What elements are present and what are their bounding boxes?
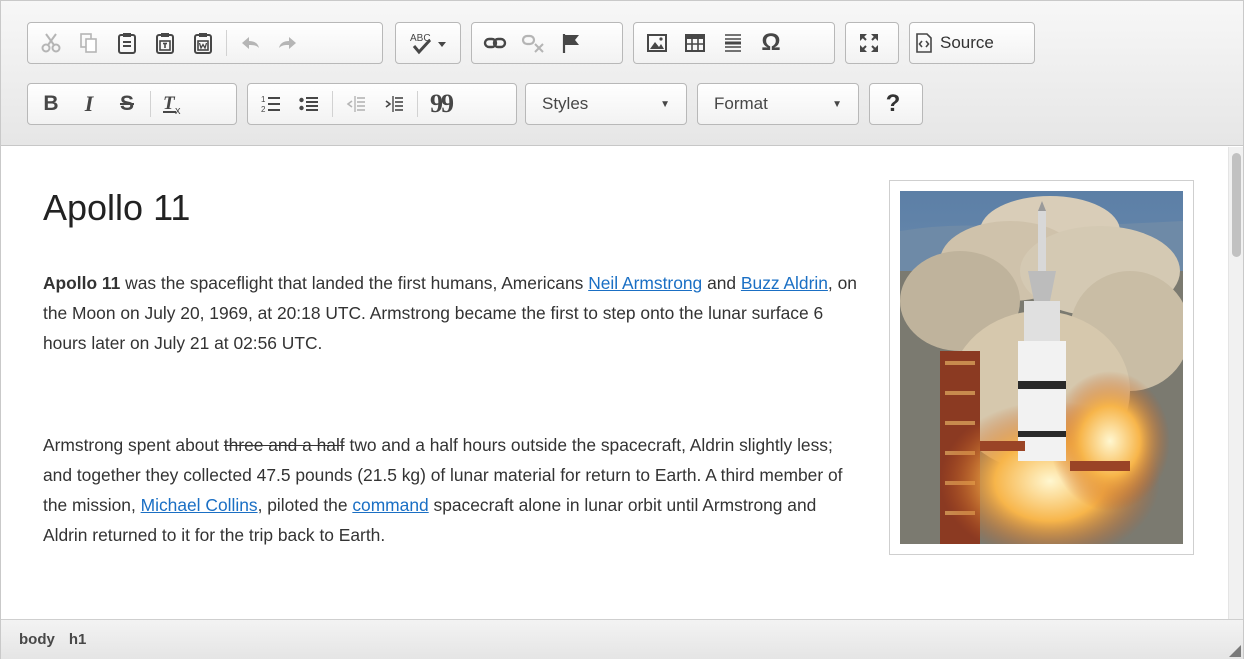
link-command[interactable]: command [352, 495, 428, 515]
spellcheck-group: ABC [395, 22, 461, 64]
indent-icon[interactable] [375, 87, 413, 121]
italic-button[interactable]: I [70, 87, 108, 121]
paste-icon[interactable] [108, 26, 146, 60]
paste-text-icon[interactable] [146, 26, 184, 60]
undo-icon[interactable] [231, 26, 269, 60]
format-dropdown[interactable]: Format ▼ [697, 83, 859, 125]
paste-from-word-icon[interactable] [184, 26, 222, 60]
blockquote-button[interactable]: 99 [422, 87, 460, 121]
links-group [471, 22, 623, 64]
horizontal-rule-icon[interactable] [714, 26, 752, 60]
clipboard-group [27, 22, 383, 64]
basic-styles-group: B I S Tx [27, 83, 237, 125]
scrollbar-thumb[interactable] [1232, 153, 1241, 257]
text-run: and [702, 273, 741, 293]
toolbar-separator [150, 91, 151, 117]
rich-text-editor: ABC Ω Source B I S T x 1 2 99 Styles ▼ F… [0, 0, 1244, 659]
strikethrough-button[interactable]: S [108, 87, 146, 121]
outdent-icon[interactable] [337, 87, 375, 121]
editor-toolbar: ABC Ω Source B I S T x 1 2 99 Styles ▼ F… [1, 1, 1243, 146]
paragraph-2: Armstrong spent about three and a half t… [43, 430, 863, 550]
unlink-icon[interactable] [514, 26, 552, 60]
bold-button[interactable]: B [32, 87, 70, 121]
source-icon [914, 26, 934, 60]
link-icon[interactable] [476, 26, 514, 60]
svg-text:1: 1 [261, 95, 266, 104]
resize-handle-icon[interactable] [1229, 645, 1241, 657]
copy-icon[interactable] [70, 26, 108, 60]
help-button[interactable]: ? [874, 87, 912, 121]
toolbar-separator [226, 30, 227, 56]
cut-icon[interactable] [32, 26, 70, 60]
format-label: Format [714, 94, 768, 113]
styles-label: Styles [542, 94, 589, 113]
link-buzz-aldrin[interactable]: Buzz Aldrin [741, 273, 828, 293]
text-run: was the spaceflight that landed the firs… [120, 273, 589, 293]
remove-format-icon[interactable]: Tx [155, 87, 193, 121]
link-neil-armstrong[interactable]: Neil Armstrong [588, 273, 702, 293]
path-item-body[interactable]: body [19, 631, 55, 648]
insert-group: Ω [633, 22, 835, 64]
anchor-flag-icon[interactable] [552, 26, 590, 60]
svg-text:2: 2 [261, 105, 266, 114]
special-char-omega-icon[interactable]: Ω [752, 26, 790, 60]
svg-text:x: x [175, 105, 181, 116]
source-label: Source [940, 33, 994, 52]
toolbar-separator [332, 91, 333, 117]
link-michael-collins[interactable]: Michael Collins [141, 495, 258, 515]
chevron-down-icon: ▼ [832, 98, 842, 110]
redo-icon[interactable] [269, 26, 307, 60]
source-button[interactable]: Source [909, 22, 1035, 64]
paragraph-1: Apollo 11 was the spaceflight that lande… [43, 268, 863, 358]
vertical-scrollbar[interactable] [1228, 147, 1243, 619]
toolbar-separator [417, 91, 418, 117]
path-item-h1[interactable]: h1 [69, 631, 87, 648]
paragraph-group: 12 99 [247, 83, 517, 125]
image-icon[interactable] [638, 26, 676, 60]
numbered-list-icon[interactable]: 12 [252, 87, 290, 121]
image-frame[interactable] [889, 180, 1194, 555]
text-run: Armstrong spent about [43, 435, 224, 455]
bold-lead: Apollo 11 [43, 273, 121, 293]
table-icon[interactable] [676, 26, 714, 60]
element-path-bar: body h1 [1, 619, 1243, 659]
page-title: Apollo 11 [43, 187, 191, 228]
struck-text: three and a half [223, 435, 345, 455]
maximize-icon[interactable] [850, 26, 888, 60]
spellcheck-icon[interactable]: ABC [400, 26, 456, 60]
bulleted-list-icon[interactable] [290, 87, 328, 121]
chevron-down-icon: ▼ [660, 98, 670, 110]
help-group: ? [869, 83, 923, 125]
rocket-launch-photo [900, 191, 1183, 544]
maximize-group [845, 22, 899, 64]
styles-dropdown[interactable]: Styles ▼ [525, 83, 687, 125]
text-run: , piloted the [257, 495, 353, 515]
